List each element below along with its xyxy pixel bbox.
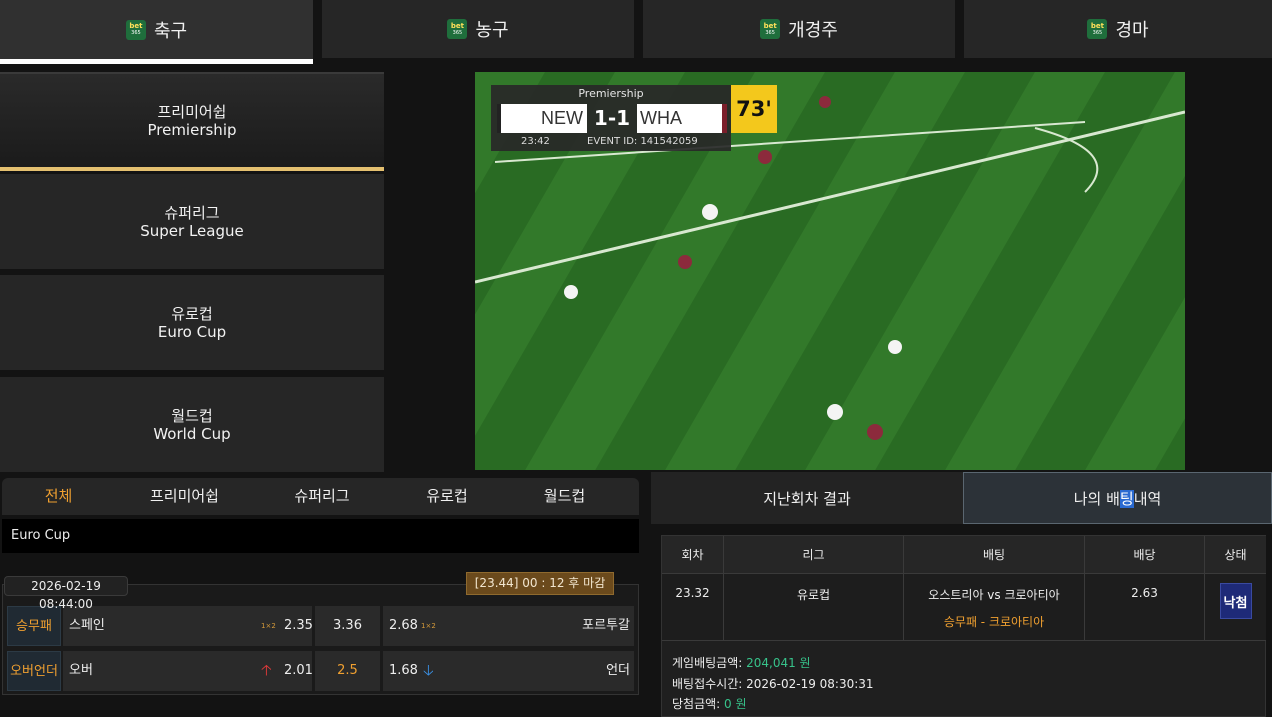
match-score: 1-1 bbox=[593, 106, 631, 130]
scoreboard-league: Premiership bbox=[578, 87, 644, 100]
status-badge: 낙첨 bbox=[1219, 583, 1252, 619]
bet365-logo-icon: bet 365 bbox=[447, 19, 468, 39]
league-name-en: Premiership bbox=[147, 120, 237, 139]
league-button-world-cup[interactable]: 월드컵 World Cup bbox=[0, 377, 384, 472]
tab-soccer[interactable]: bet 365 축구 bbox=[0, 0, 313, 64]
status-cell: 낙첨 bbox=[1205, 574, 1266, 641]
column-header: 상태 bbox=[1205, 536, 1266, 574]
match-minute: 73' bbox=[731, 85, 777, 133]
filter-premiership[interactable]: 프리미어쉽 bbox=[122, 478, 247, 515]
win-amount-label: 당첨금액: bbox=[672, 697, 725, 711]
home-win-button[interactable]: 스페인 1×2 2.35 bbox=[63, 606, 313, 646]
filter-all[interactable]: 전체 bbox=[2, 478, 115, 515]
under-button[interactable]: 1.68 🡣 언더 bbox=[383, 651, 634, 691]
match-card: 승무패 스페인 1×2 2.35 3.36 2.68 1×2 포르투갈 오버언더… bbox=[2, 584, 639, 695]
league-name-en: World Cup bbox=[153, 424, 231, 443]
league-name-ko: 슈퍼리그 bbox=[164, 203, 220, 222]
bet-cell: 오스트리아 vs 크로아티아 승무패 - 크로아티아 bbox=[904, 574, 1085, 641]
league-filter-bar: 전체 프리미어쉽 슈퍼리그 유로컵 월드컵 bbox=[2, 478, 639, 515]
tab-label-selection: 팅 bbox=[1119, 489, 1134, 508]
tab-basketball[interactable]: bet 365 농구 bbox=[322, 0, 634, 58]
league-name-ko: 월드컵 bbox=[171, 406, 213, 425]
draw-odds: 3.36 bbox=[333, 618, 362, 633]
away-win-button[interactable]: 2.68 1×2 포르투갈 bbox=[383, 606, 634, 646]
sport-tabs: bet 365 축구 bet 365 농구 bet 365 개경주 bet 365 경마 bbox=[0, 0, 1272, 64]
league-button-premiership[interactable]: 프리미어쉽 Premiership bbox=[0, 72, 384, 171]
column-header: 회차 bbox=[662, 536, 724, 574]
tab-past-results[interactable]: 지난회차 결과 bbox=[651, 472, 963, 524]
win-amount: 당첨금액: 0 원 bbox=[672, 695, 747, 712]
odds-cell: 2.63 bbox=[1085, 574, 1205, 641]
tab-label: 축구 bbox=[153, 20, 188, 42]
1x2-badge: 1×2 bbox=[421, 622, 436, 630]
under-odds: 1.68 bbox=[389, 663, 418, 678]
league-name-ko: 프리미어쉽 bbox=[157, 102, 227, 121]
bet365-logo-icon: bet 365 bbox=[760, 19, 781, 39]
column-header: 리그 bbox=[724, 536, 904, 574]
league-name-en: Euro Cup bbox=[157, 322, 227, 341]
round-cell: 23.32 bbox=[662, 574, 724, 641]
scoreboard: Premiership NEW 1-1 WHA 23:42 EVENT ID: … bbox=[491, 85, 731, 151]
away-team: WHA bbox=[637, 104, 727, 133]
column-header: 배당 bbox=[1085, 536, 1205, 574]
over-button[interactable]: 오버 🡡 2.01 bbox=[63, 651, 313, 691]
match-date: 2026-02-19 08:44:00 bbox=[4, 576, 128, 611]
live-match-video[interactable]: Premiership NEW 1-1 WHA 23:42 EVENT ID: … bbox=[475, 72, 1185, 470]
bet-history-table: 회차 리그 배팅 배당 상태 23.32 유로컵 오스트리아 vs 크로아티아 … bbox=[661, 535, 1266, 717]
tab-label: 나의 배팅내역 bbox=[1073, 488, 1162, 509]
bet-time-value: 2026-02-19 08:30:31 bbox=[746, 677, 874, 691]
tab-label: 경마 bbox=[1115, 20, 1149, 41]
over-odds: 2.01 bbox=[284, 663, 313, 678]
draw-button[interactable]: 3.36 bbox=[315, 606, 380, 646]
bet-match: 오스트리아 vs 크로아티아 bbox=[928, 588, 1060, 602]
filter-world-cup[interactable]: 월드컵 bbox=[512, 478, 617, 515]
bet-type-label: 오버언더 bbox=[7, 651, 61, 691]
home-team: NEW bbox=[497, 104, 587, 133]
tab-greyhound[interactable]: bet 365 개경주 bbox=[643, 0, 955, 58]
bet-time-label: 배팅접수시간: bbox=[672, 677, 747, 691]
current-league-label: Euro Cup bbox=[2, 519, 639, 553]
bet-amount: 게임배팅금액: 204,041 원 bbox=[672, 654, 811, 671]
home-odds: 2.35 bbox=[284, 618, 313, 633]
tab-label: 개경주 bbox=[788, 20, 838, 41]
tab-horse-racing[interactable]: bet 365 경마 bbox=[964, 0, 1272, 58]
away-odds: 2.68 bbox=[389, 618, 418, 633]
total-line: 2.5 bbox=[337, 663, 358, 678]
column-header: 배팅 bbox=[904, 536, 1085, 574]
league-name-ko: 유로컵 bbox=[171, 304, 213, 323]
tab-label-part: 나의 배 bbox=[1073, 489, 1120, 508]
tab-label: 농구 bbox=[475, 20, 509, 41]
bet-amount-value: 204,041 원 bbox=[746, 656, 811, 670]
tab-label: 지난회차 결과 bbox=[763, 489, 851, 508]
filter-super-league[interactable]: 슈퍼리그 bbox=[262, 478, 382, 515]
bet-pick: 승무패 - 크로아티아 bbox=[943, 615, 1045, 629]
event-id: EVENT ID: 141542059 bbox=[587, 136, 698, 147]
filter-euro-cup[interactable]: 유로컵 bbox=[392, 478, 502, 515]
over-label: 오버 bbox=[69, 663, 93, 678]
bet365-logo-icon: bet 365 bbox=[1087, 19, 1108, 39]
tab-my-bets[interactable]: 나의 배팅내역 bbox=[963, 472, 1272, 524]
betting-deadline: [23.44] 00 : 12 후 마감 bbox=[466, 572, 614, 595]
league-cell: 유로컵 bbox=[724, 574, 904, 641]
bet365-logo-icon: bet 365 bbox=[125, 19, 146, 40]
away-team-name: 포르투갈 bbox=[582, 618, 630, 633]
league-button-super-league[interactable]: 슈퍼리그 Super League bbox=[0, 174, 384, 269]
under-label: 언더 bbox=[606, 663, 630, 678]
bet-time: 배팅접수시간: 2026-02-19 08:30:31 bbox=[672, 675, 874, 692]
line-value: 2.5 bbox=[315, 651, 380, 691]
odds-down-arrow-icon: 🡣 bbox=[423, 661, 434, 679]
league-name-en: Super League bbox=[140, 221, 244, 240]
odds-up-arrow-icon: 🡡 bbox=[261, 661, 272, 679]
match-clock: 23:42 bbox=[521, 136, 550, 147]
bet-amount-label: 게임배팅금액: bbox=[672, 656, 747, 670]
1x2-badge: 1×2 bbox=[261, 622, 276, 630]
tab-label-part: 내역 bbox=[1133, 489, 1162, 508]
win-amount-value: 0 원 bbox=[724, 697, 747, 711]
league-button-euro-cup[interactable]: 유로컵 Euro Cup bbox=[0, 275, 384, 370]
